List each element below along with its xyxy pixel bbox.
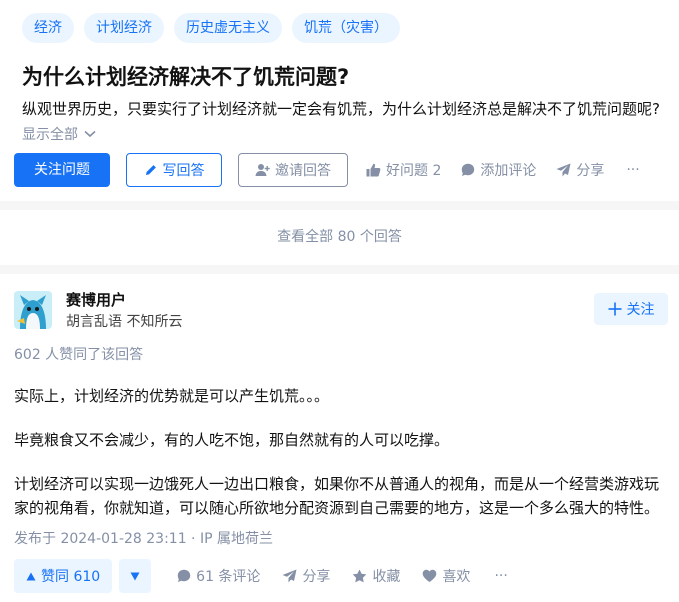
question-card: 经济 计划经济 历史虚无主义 饥荒（灾害） 为什么计划经济解决不了饥荒问题? 纵… <box>0 0 679 201</box>
question-actions: 关注问题 写回答 邀请回答 好问题 2 添加评论 分享 ··· <box>14 153 640 187</box>
follow-question-button[interactable]: 关注问题 <box>14 153 110 187</box>
answer-paragraph: 家的视角看，你就知道，可以随心所欲地分配资源到自己需要的地方，这是一个多么强大的… <box>14 499 660 517</box>
share-icon <box>282 569 297 583</box>
add-comment-button[interactable]: 添加评论 <box>461 160 536 180</box>
add-comment-label: 添加评论 <box>480 163 537 179</box>
comment-icon <box>177 569 191 583</box>
show-all-button[interactable]: 显示全部 <box>22 124 96 144</box>
answer-paragraph: 计划经济可以实现一边饿死人一边出口粮食，如果你不从普通人的视角，而是从一个经营类… <box>14 475 660 493</box>
triangle-up-icon <box>26 572 36 581</box>
like-label: 喜欢 <box>442 569 471 585</box>
vote-summary: 602 人赞同了该回答 <box>14 347 144 363</box>
like-button[interactable]: 喜欢 <box>422 566 470 586</box>
write-answer-label: 写回答 <box>162 163 205 179</box>
upvote-button[interactable]: 赞同 610 <box>14 559 113 593</box>
more-options-button[interactable]: ··· <box>494 568 507 584</box>
write-answer-button[interactable]: 写回答 <box>126 153 222 187</box>
triangle-down-icon <box>130 572 140 581</box>
pencil-icon <box>144 163 158 177</box>
star-icon <box>352 569 367 583</box>
share-label: 分享 <box>302 569 331 585</box>
answer-paragraph: 毕竟粮食又不会减少，有的人吃不饱，那自然就有的人可以吃撑。 <box>14 431 450 449</box>
favorite-label: 收藏 <box>372 569 401 585</box>
invite-label: 邀请回答 <box>275 163 331 179</box>
show-all-label: 显示全部 <box>22 127 78 143</box>
author-name[interactable]: 赛博用户 <box>66 289 126 310</box>
topic-tag[interactable]: 经济 <box>22 13 74 43</box>
follow-author-button[interactable]: 关注 <box>594 293 668 325</box>
topic-tag[interactable]: 历史虚无主义 <box>174 13 282 43</box>
topic-tag[interactable]: 饥荒（灾害） <box>292 13 400 43</box>
comments-button[interactable]: 61 条评论 <box>177 566 260 586</box>
topic-list: 经济 计划经济 历史虚无主义 饥荒（灾害） <box>22 13 400 43</box>
good-question-button[interactable]: 好问题 2 <box>366 160 441 180</box>
thumbs-up-icon <box>366 163 381 177</box>
share-button[interactable]: 分享 <box>556 160 604 180</box>
upvote-label: 赞同 610 <box>41 569 101 585</box>
add-user-icon <box>255 163 270 177</box>
chevron-down-icon <box>84 130 96 138</box>
topic-tag[interactable]: 计划经济 <box>84 13 164 43</box>
favorite-button[interactable]: 收藏 <box>352 566 400 586</box>
answer-paragraph: 实际上，计划经济的优势就是可以产生饥荒。。。 <box>14 387 330 405</box>
follow-author-label: 关注 <box>626 302 655 318</box>
share-icon <box>556 163 571 177</box>
view-all-answers-link[interactable]: 查看全部 80 个回答 <box>0 210 679 265</box>
avatar[interactable] <box>14 291 52 329</box>
comments-label: 61 条评论 <box>196 569 261 585</box>
more-options-button[interactable]: ··· <box>626 162 639 178</box>
share-label: 分享 <box>576 163 605 179</box>
answer-actions: 赞同 610 61 条评论 分享 收藏 喜欢 ··· <box>14 559 508 593</box>
heart-icon <box>422 569 437 583</box>
answer-card: 赛博用户 胡言乱语 不知所云 关注 602 人赞同了该回答 实际上，计划经济的优… <box>0 274 679 602</box>
question-description: 纵观世界历史，只要实行了计划经济就一定会有饥荒，为什么计划经济总是解决不了饥荒问… <box>22 100 660 118</box>
author-bio: 胡言乱语 不知所云 <box>66 314 183 330</box>
good-question-label: 好问题 2 <box>386 163 442 179</box>
comment-icon <box>461 163 475 177</box>
publish-info[interactable]: 发布于 2024-01-28 23:11 · IP 属地荷兰 <box>14 528 273 548</box>
downvote-button[interactable] <box>119 559 152 593</box>
invite-answer-button[interactable]: 邀请回答 <box>238 153 348 187</box>
plus-icon <box>608 302 622 316</box>
question-title[interactable]: 为什么计划经济解决不了饥荒问题? <box>22 61 349 91</box>
share-button[interactable]: 分享 <box>282 566 330 586</box>
